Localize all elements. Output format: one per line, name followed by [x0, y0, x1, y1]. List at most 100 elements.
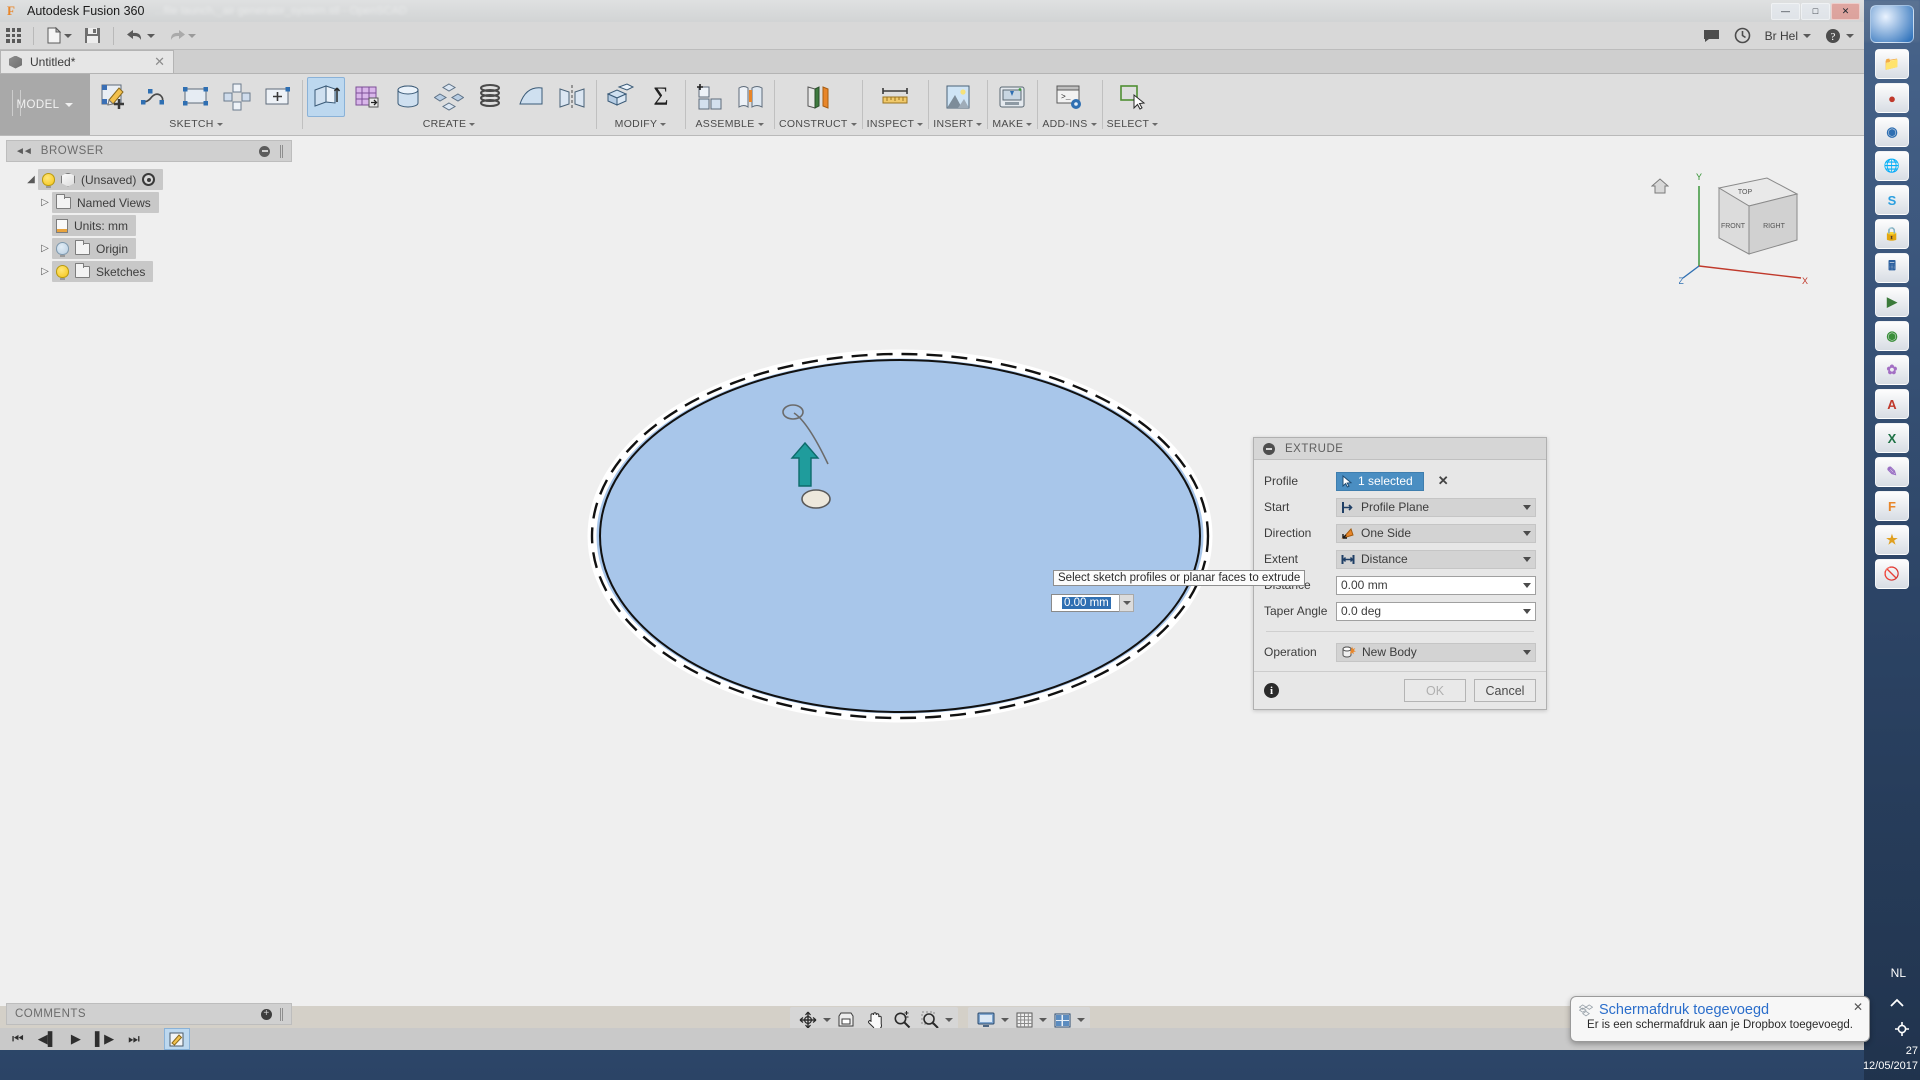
- help-menu[interactable]: ?: [1825, 28, 1854, 44]
- create-sketch-button[interactable]: [95, 77, 133, 117]
- tree-item-unsaved[interactable]: ◢ (Unsaved): [6, 168, 292, 191]
- sketch-plus-button[interactable]: [259, 77, 297, 117]
- tray-language[interactable]: NL: [1891, 966, 1906, 980]
- insert-image-button[interactable]: [939, 77, 977, 117]
- document-tab[interactable]: Untitled* ✕: [0, 50, 174, 73]
- play-button[interactable]: ▶: [71, 1031, 81, 1047]
- pattern-3d-button[interactable]: [430, 77, 468, 117]
- apps-grid-button[interactable]: [0, 23, 27, 49]
- add-comment-icon[interactable]: +: [261, 1009, 272, 1020]
- notes-icon[interactable]: ✎: [1875, 457, 1909, 487]
- extent-dropdown[interactable]: Distance: [1336, 550, 1536, 569]
- ribbon-group-label-construct[interactable]: CONSTRUCT: [779, 118, 857, 130]
- media-icon[interactable]: ▶: [1875, 287, 1909, 317]
- cylinder-button[interactable]: [389, 77, 427, 117]
- comment-icon[interactable]: [1703, 29, 1720, 43]
- pdf-reader-icon[interactable]: A: [1875, 389, 1909, 419]
- panel-resize-grip[interactable]: [280, 145, 283, 158]
- chevron-down-icon[interactable]: [1039, 1018, 1047, 1022]
- chevron-down-icon[interactable]: [1001, 1018, 1009, 1022]
- view-cube[interactable]: TOP FRONT RIGHT Y X Z: [1679, 166, 1809, 296]
- taper-angle-input[interactable]: 0.0 deg: [1336, 602, 1536, 621]
- folder-icon[interactable]: 📁: [1875, 49, 1909, 79]
- settings-gear-icon[interactable]: [1894, 1022, 1910, 1036]
- ribbon-group-label-addins[interactable]: ADD-INS: [1042, 118, 1096, 130]
- chevron-down-icon[interactable]: [823, 1018, 831, 1022]
- tree-item-sketches[interactable]: ▷ Sketches: [6, 260, 292, 283]
- joint-button[interactable]: [731, 77, 769, 117]
- clear-selection-icon[interactable]: ✕: [1438, 473, 1449, 489]
- bulb-off-icon[interactable]: [56, 242, 69, 255]
- sketchup-icon[interactable]: ★: [1875, 525, 1909, 555]
- extrude-button[interactable]: [307, 77, 345, 117]
- disc-icon[interactable]: ◉: [1875, 321, 1909, 351]
- measure-button[interactable]: [876, 77, 914, 117]
- timeline-sketch-feature[interactable]: [164, 1028, 190, 1050]
- close-icon[interactable]: ✕: [1853, 1000, 1863, 1014]
- close-button[interactable]: ✕: [1831, 3, 1860, 20]
- globe-icon[interactable]: 🌐: [1875, 151, 1909, 181]
- collapse-icon[interactable]: ◄◄: [15, 146, 31, 157]
- maximize-button[interactable]: □: [1801, 3, 1830, 20]
- chevron-down-icon[interactable]: [945, 1018, 953, 1022]
- info-icon[interactable]: i: [1264, 683, 1279, 698]
- workspace-selector[interactable]: MODEL: [0, 74, 90, 135]
- mirror-button[interactable]: [553, 77, 591, 117]
- new-document-button[interactable]: [40, 23, 78, 49]
- tree-item-units[interactable]: Units: mm: [6, 214, 292, 237]
- rectangle-button[interactable]: [177, 77, 215, 117]
- blocked-icon[interactable]: 🚫: [1875, 559, 1909, 589]
- collapse-arrow-icon[interactable]: ▷: [38, 197, 52, 208]
- ribbon-group-label-create[interactable]: CREATE: [423, 118, 476, 130]
- chevron-down-icon[interactable]: [1077, 1018, 1085, 1022]
- tree-item-origin[interactable]: ▷ Origin: [6, 237, 292, 260]
- 3d-print-button[interactable]: [993, 77, 1031, 117]
- comments-panel-header[interactable]: COMMENTS +: [6, 1003, 292, 1025]
- profile-selection-chip[interactable]: 1 selected: [1336, 472, 1424, 491]
- ribbon-group-label-modify[interactable]: MODIFY: [615, 118, 667, 130]
- start-dropdown[interactable]: Profile Plane: [1336, 498, 1536, 517]
- undo-button[interactable]: [120, 23, 161, 49]
- coil-button[interactable]: [471, 77, 509, 117]
- ribbon-group-label-make[interactable]: MAKE: [992, 118, 1032, 130]
- windows-orb-icon[interactable]: [1870, 5, 1914, 43]
- ok-button[interactable]: OK: [1404, 679, 1466, 702]
- lock-icon[interactable]: 🔒: [1875, 219, 1909, 249]
- dialog-title-bar[interactable]: EXTRUDE: [1254, 438, 1546, 460]
- tray-clock[interactable]: 27 12/05/2017: [1863, 1044, 1918, 1074]
- chevron-down-icon[interactable]: [1523, 583, 1531, 588]
- close-icon[interactable]: ✕: [154, 54, 165, 70]
- new-component-button[interactable]: [690, 77, 728, 117]
- browser-minimize-icon[interactable]: [259, 146, 270, 157]
- home-view-icon[interactable]: [1651, 178, 1669, 194]
- tray-expand-icon[interactable]: [1888, 996, 1906, 1012]
- spline-button[interactable]: [136, 77, 174, 117]
- ribbon-group-label-select[interactable]: SELECT: [1107, 118, 1159, 130]
- collapse-arrow-icon[interactable]: ▷: [38, 243, 52, 254]
- offset-plane-button[interactable]: [799, 77, 837, 117]
- bulb-on-icon[interactable]: [42, 173, 55, 186]
- calculator-icon[interactable]: 🖩: [1875, 253, 1909, 283]
- browser-icon[interactable]: ●: [1875, 83, 1909, 113]
- expand-arrow-icon[interactable]: ◢: [24, 174, 38, 185]
- select-button[interactable]: [1113, 77, 1151, 117]
- skype-icon[interactable]: S: [1875, 185, 1909, 215]
- press-pull-button[interactable]: [601, 77, 639, 117]
- user-menu[interactable]: Br Hel: [1765, 29, 1811, 43]
- go-to-end-button[interactable]: ⏭: [128, 1031, 140, 1047]
- sketch-pattern-button[interactable]: [218, 77, 256, 117]
- rib-button[interactable]: [512, 77, 550, 117]
- collapse-dialog-icon[interactable]: [1263, 443, 1275, 455]
- paint-icon[interactable]: ✿: [1875, 355, 1909, 385]
- target-icon[interactable]: [142, 173, 155, 186]
- cancel-button[interactable]: Cancel: [1474, 679, 1536, 702]
- save-button[interactable]: [78, 23, 107, 49]
- inline-distance-input[interactable]: 0.00 mm: [1051, 594, 1127, 612]
- sigma-button[interactable]: Σ: [642, 77, 680, 117]
- scripts-addins-button[interactable]: >_: [1050, 77, 1088, 117]
- ribbon-group-label-insert[interactable]: INSERT: [933, 118, 982, 130]
- inline-distance-dropdown[interactable]: [1119, 594, 1134, 612]
- operation-dropdown[interactable]: New Body: [1336, 643, 1536, 662]
- minimize-button[interactable]: —: [1771, 3, 1800, 20]
- fusion-icon[interactable]: F: [1875, 491, 1909, 521]
